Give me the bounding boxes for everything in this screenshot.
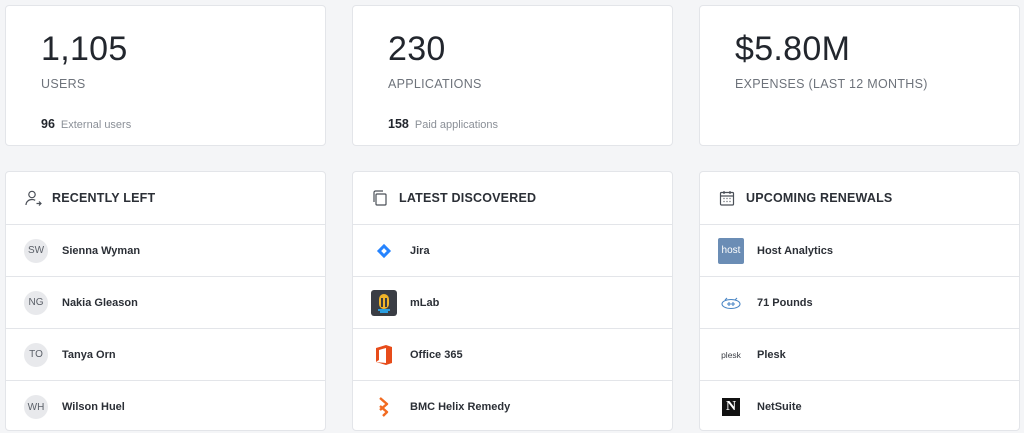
- user-name: Tanya Orn: [62, 348, 116, 361]
- mlab-logo: [371, 289, 397, 316]
- paid-applications-count: 158: [388, 117, 409, 131]
- avatar: NG: [24, 290, 48, 315]
- latest-discovered-card: LATEST DISCOVERED Jira mLab Office 365 B…: [352, 171, 673, 431]
- avatar: WH: [24, 395, 48, 419]
- expenses-amount: $5.80M: [735, 30, 851, 68]
- list-item[interactable]: N NetSuite: [700, 381, 1019, 433]
- upcoming-renewals-header: UPCOMING RENEWALS: [700, 172, 1019, 225]
- latest-discovered-title: LATEST DISCOVERED: [399, 191, 537, 205]
- calendar-icon: [718, 189, 736, 207]
- expenses-stat-card[interactable]: $5.80M EXPENSES (LAST 12 MONTHS): [699, 5, 1020, 146]
- app-name: Host Analytics: [757, 244, 834, 257]
- list-item[interactable]: WH Wilson Huel: [6, 381, 325, 433]
- list-item[interactable]: 71 Pounds: [700, 277, 1019, 329]
- paid-applications-label: Paid applications: [414, 119, 499, 131]
- recently-left-title: RECENTLY LEFT: [52, 191, 156, 205]
- upcoming-renewals-title: UPCOMING RENEWALS: [746, 191, 893, 205]
- list-item[interactable]: Jira: [353, 225, 672, 277]
- list-item[interactable]: SW Sienna Wyman: [6, 225, 325, 277]
- recently-left-card: RECENTLY LEFT SW Sienna Wyman NG Nakia G…: [5, 171, 326, 431]
- app-name: Jira: [410, 244, 430, 257]
- plesk-logo: plesk: [721, 349, 741, 360]
- list-item[interactable]: NG Nakia Gleason: [6, 277, 325, 329]
- host-logo: host: [718, 237, 744, 264]
- list-item[interactable]: TO Tanya Orn: [6, 329, 325, 381]
- external-users-label: External users: [60, 119, 132, 131]
- jira-logo: [371, 238, 397, 264]
- paid-applications-summary: 158 Paid applications: [388, 117, 498, 131]
- users-label: USERS: [41, 77, 86, 91]
- list-item[interactable]: plesk Plesk: [700, 329, 1019, 381]
- user-leave-icon: [24, 189, 42, 207]
- applications-stat-card[interactable]: 230 APPLICATIONS 158 Paid applications: [352, 5, 673, 146]
- users-count: 1,105: [41, 30, 128, 68]
- app-name: NetSuite: [757, 401, 802, 413]
- bmc-logo: [371, 394, 397, 420]
- applications-count: 230: [388, 30, 446, 68]
- external-users-summary: 96 External users: [41, 117, 131, 131]
- app-name: mLab: [410, 296, 440, 309]
- users-stat-card[interactable]: 1,105 USERS 96 External users: [5, 5, 326, 146]
- office-logo: [371, 342, 397, 368]
- list-item[interactable]: Office 365: [353, 329, 672, 381]
- netsuite-logo-mark: N: [722, 398, 740, 416]
- copy-icon: [371, 189, 389, 207]
- user-name: Sienna Wyman: [62, 244, 141, 257]
- app-name: Plesk: [757, 348, 786, 361]
- applications-label: APPLICATIONS: [388, 77, 482, 91]
- upcoming-renewals-card: UPCOMING RENEWALS host Host Analytics 71…: [699, 171, 1020, 431]
- avatar: SW: [24, 238, 48, 263]
- user-name: Wilson Huel: [62, 401, 125, 413]
- user-name: Nakia Gleason: [62, 296, 138, 309]
- app-name: Office 365: [410, 348, 463, 361]
- 71pounds-logo: [718, 290, 744, 316]
- recently-left-header: RECENTLY LEFT: [6, 172, 325, 225]
- list-item[interactable]: BMC Helix Remedy: [353, 381, 672, 433]
- app-name: 71 Pounds: [757, 296, 813, 309]
- expenses-label: EXPENSES (LAST 12 MONTHS): [735, 77, 928, 91]
- app-name: BMC Helix Remedy: [410, 401, 511, 413]
- external-users-count: 96: [41, 117, 55, 131]
- netsuite-logo: N: [718, 394, 744, 420]
- list-item[interactable]: mLab: [353, 277, 672, 329]
- latest-discovered-header: LATEST DISCOVERED: [353, 172, 672, 225]
- list-item[interactable]: host Host Analytics: [700, 225, 1019, 277]
- avatar: TO: [24, 342, 48, 367]
